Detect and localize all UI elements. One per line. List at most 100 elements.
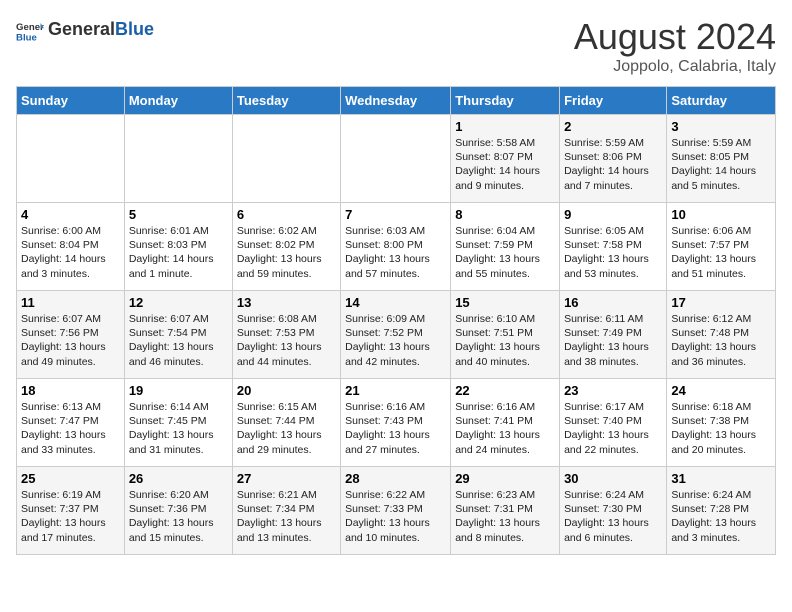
- calendar-cell: 22 Sunrise: 6:16 AMSunset: 7:41 PMDayligh…: [451, 379, 560, 467]
- calendar-week-row: 1Sunrise: 5:58 AMSunset: 8:07 PMDaylight…: [17, 115, 776, 203]
- day-number: 9: [564, 207, 662, 222]
- day-number: 30: [564, 471, 662, 486]
- day-info: Sunrise: 6:22 AMSunset: 7:33 PMDaylight:…: [345, 488, 446, 545]
- day-info: Sunrise: 6:00 AMSunset: 8:04 PMDaylight:…: [21, 224, 120, 281]
- calendar-cell: 15 Sunrise: 6:10 AMSunset: 7:51 PMDayligh…: [451, 291, 560, 379]
- calendar-cell: [232, 115, 340, 203]
- day-info: Sunrise: 5:59 AMSunset: 8:06 PMDaylight:…: [564, 136, 662, 193]
- calendar-subtitle: Joppolo, Calabria, Italy: [574, 58, 776, 76]
- calendar-cell: 31Sunrise: 6:24 AMSunset: 7:28 PMDayligh…: [667, 467, 776, 555]
- header: General Blue General Blue August 2024 Jop…: [16, 16, 776, 76]
- calendar-week-row: 4 Sunrise: 6:00 AMSunset: 8:04 PMDaylight…: [17, 203, 776, 291]
- day-info: Sunrise: 6:03 AMSunset: 8:00 PMDaylight:…: [345, 224, 446, 281]
- day-info: Sunrise: 6:24 AMSunset: 7:30 PMDaylight:…: [564, 488, 662, 545]
- calendar-cell: [124, 115, 232, 203]
- calendar-cell: 6Sunrise: 6:02 AMSunset: 8:02 PMDaylight…: [232, 203, 340, 291]
- calendar-cell: 10 Sunrise: 6:06 AMSunset: 7:57 PMDayligh…: [667, 203, 776, 291]
- calendar-title: August 2024: [574, 16, 776, 58]
- calendar-cell: 25Sunrise: 6:19 AMSunset: 7:37 PMDayligh…: [17, 467, 125, 555]
- day-number: 7: [345, 207, 446, 222]
- day-number: 10: [671, 207, 771, 222]
- day-number: 11: [21, 295, 120, 310]
- calendar-cell: 13Sunrise: 6:08 AMSunset: 7:53 PMDayligh…: [232, 291, 340, 379]
- day-info: Sunrise: 5:59 AMSunset: 8:05 PMDaylight:…: [671, 136, 771, 193]
- day-number: 12: [129, 295, 228, 310]
- weekday-header-wednesday: Wednesday: [341, 87, 451, 115]
- day-number: 2: [564, 119, 662, 134]
- weekday-header-tuesday: Tuesday: [232, 87, 340, 115]
- day-number: 28: [345, 471, 446, 486]
- day-number: 23: [564, 383, 662, 398]
- day-number: 16: [564, 295, 662, 310]
- calendar-week-row: 11 Sunrise: 6:07 AMSunset: 7:56 PMDayligh…: [17, 291, 776, 379]
- day-number: 8: [455, 207, 555, 222]
- day-info: Sunrise: 6:17 AMSunset: 7:40 PMDaylight:…: [564, 400, 662, 457]
- day-number: 26: [129, 471, 228, 486]
- day-number: 15: [455, 295, 555, 310]
- calendar-cell: 5 Sunrise: 6:01 AMSunset: 8:03 PMDaylight…: [124, 203, 232, 291]
- calendar-cell: 26 Sunrise: 6:20 AMSunset: 7:36 PMDayligh…: [124, 467, 232, 555]
- logo: General Blue General Blue: [16, 16, 154, 44]
- day-number: 24: [671, 383, 771, 398]
- day-info: Sunrise: 6:16 AMSunset: 7:43 PMDaylight:…: [345, 400, 446, 457]
- calendar-week-row: 25Sunrise: 6:19 AMSunset: 7:37 PMDayligh…: [17, 467, 776, 555]
- day-info: Sunrise: 6:24 AMSunset: 7:28 PMDaylight:…: [671, 488, 771, 545]
- day-info: Sunrise: 6:06 AMSunset: 7:57 PMDaylight:…: [671, 224, 771, 281]
- calendar-cell: 14 Sunrise: 6:09 AMSunset: 7:52 PMDayligh…: [341, 291, 451, 379]
- day-number: 19: [129, 383, 228, 398]
- day-info: Sunrise: 6:23 AMSunset: 7:31 PMDaylight:…: [455, 488, 555, 545]
- logo-icon: General Blue: [16, 16, 44, 44]
- logo-blue-text: Blue: [115, 19, 154, 39]
- calendar-cell: 7 Sunrise: 6:03 AMSunset: 8:00 PMDaylight…: [341, 203, 451, 291]
- weekday-header-row: SundayMondayTuesdayWednesdayThursdayFrid…: [17, 87, 776, 115]
- day-info: Sunrise: 6:20 AMSunset: 7:36 PMDaylight:…: [129, 488, 228, 545]
- calendar-cell: 24 Sunrise: 6:18 AMSunset: 7:38 PMDayligh…: [667, 379, 776, 467]
- day-info: Sunrise: 6:01 AMSunset: 8:03 PMDaylight:…: [129, 224, 228, 281]
- day-info: Sunrise: 6:18 AMSunset: 7:38 PMDaylight:…: [671, 400, 771, 457]
- calendar-cell: 23 Sunrise: 6:17 AMSunset: 7:40 PMDayligh…: [560, 379, 667, 467]
- calendar-cell: 18Sunrise: 6:13 AMSunset: 7:47 PMDayligh…: [17, 379, 125, 467]
- day-number: 4: [21, 207, 120, 222]
- calendar-cell: 21 Sunrise: 6:16 AMSunset: 7:43 PMDayligh…: [341, 379, 451, 467]
- day-info: Sunrise: 6:16 AMSunset: 7:41 PMDaylight:…: [455, 400, 555, 457]
- day-info: Sunrise: 6:07 AMSunset: 7:56 PMDaylight:…: [21, 312, 120, 369]
- day-info: Sunrise: 6:21 AMSunset: 7:34 PMDaylight:…: [237, 488, 336, 545]
- title-area: August 2024 Joppolo, Calabria, Italy: [574, 16, 776, 76]
- calendar-table: SundayMondayTuesdayWednesdayThursdayFrid…: [16, 86, 776, 555]
- day-number: 27: [237, 471, 336, 486]
- calendar-cell: 11 Sunrise: 6:07 AMSunset: 7:56 PMDayligh…: [17, 291, 125, 379]
- day-info: Sunrise: 6:14 AMSunset: 7:45 PMDaylight:…: [129, 400, 228, 457]
- day-number: 29: [455, 471, 555, 486]
- calendar-cell: 28 Sunrise: 6:22 AMSunset: 7:33 PMDayligh…: [341, 467, 451, 555]
- day-number: 25: [21, 471, 120, 486]
- svg-text:General: General: [16, 22, 44, 33]
- weekday-header-thursday: Thursday: [451, 87, 560, 115]
- calendar-cell: 29 Sunrise: 6:23 AMSunset: 7:31 PMDayligh…: [451, 467, 560, 555]
- calendar-cell: 4 Sunrise: 6:00 AMSunset: 8:04 PMDaylight…: [17, 203, 125, 291]
- day-number: 1: [455, 119, 555, 134]
- weekday-header-friday: Friday: [560, 87, 667, 115]
- day-number: 13: [237, 295, 336, 310]
- calendar-cell: 2 Sunrise: 5:59 AMSunset: 8:06 PMDaylight…: [560, 115, 667, 203]
- calendar-cell: 30 Sunrise: 6:24 AMSunset: 7:30 PMDayligh…: [560, 467, 667, 555]
- day-number: 18: [21, 383, 120, 398]
- weekday-header-sunday: Sunday: [17, 87, 125, 115]
- day-number: 17: [671, 295, 771, 310]
- calendar-cell: 3Sunrise: 5:59 AMSunset: 8:05 PMDaylight…: [667, 115, 776, 203]
- calendar-cell: 27 Sunrise: 6:21 AMSunset: 7:34 PMDayligh…: [232, 467, 340, 555]
- weekday-header-saturday: Saturday: [667, 87, 776, 115]
- day-number: 14: [345, 295, 446, 310]
- calendar-cell: 19 Sunrise: 6:14 AMSunset: 7:45 PMDayligh…: [124, 379, 232, 467]
- day-info: Sunrise: 6:10 AMSunset: 7:51 PMDaylight:…: [455, 312, 555, 369]
- calendar-cell: 12Sunrise: 6:07 AMSunset: 7:54 PMDayligh…: [124, 291, 232, 379]
- day-info: Sunrise: 6:02 AMSunset: 8:02 PMDaylight:…: [237, 224, 336, 281]
- day-number: 21: [345, 383, 446, 398]
- day-info: Sunrise: 6:12 AMSunset: 7:48 PMDaylight:…: [671, 312, 771, 369]
- day-number: 22: [455, 383, 555, 398]
- day-info: Sunrise: 6:09 AMSunset: 7:52 PMDaylight:…: [345, 312, 446, 369]
- day-number: 5: [129, 207, 228, 222]
- day-number: 20: [237, 383, 336, 398]
- calendar-cell: 17 Sunrise: 6:12 AMSunset: 7:48 PMDayligh…: [667, 291, 776, 379]
- calendar-cell: 20Sunrise: 6:15 AMSunset: 7:44 PMDayligh…: [232, 379, 340, 467]
- day-info: Sunrise: 6:04 AMSunset: 7:59 PMDaylight:…: [455, 224, 555, 281]
